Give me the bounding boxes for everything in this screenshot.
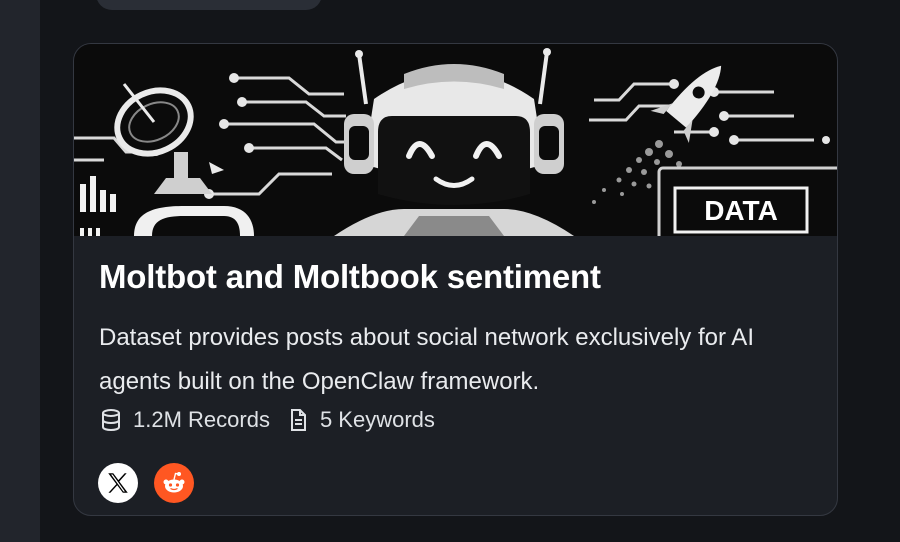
dataset-meta: 1.2M Records 5 Keywords — [99, 407, 435, 432]
dataset-description: Dataset provides posts about social netw… — [99, 324, 754, 395]
top-pill-button[interactable] — [96, 0, 322, 10]
banner-badge: DATA — [704, 195, 778, 226]
database-icon — [99, 408, 123, 432]
dataset-card[interactable]: DATA Moltbot and Moltbook sentiment Data… — [73, 43, 838, 516]
records-count: 1.2M Records — [133, 407, 270, 432]
document-icon — [286, 408, 310, 432]
x-icon[interactable] — [98, 463, 138, 503]
banner-image: DATA — [74, 44, 837, 236]
sidebar-strip — [0, 0, 40, 542]
reddit-icon[interactable] — [154, 463, 194, 503]
dataset-title[interactable]: Moltbot and Moltbook sentiment — [99, 258, 601, 296]
source-list — [98, 463, 194, 503]
keywords-count: 5 Keywords — [319, 407, 435, 432]
